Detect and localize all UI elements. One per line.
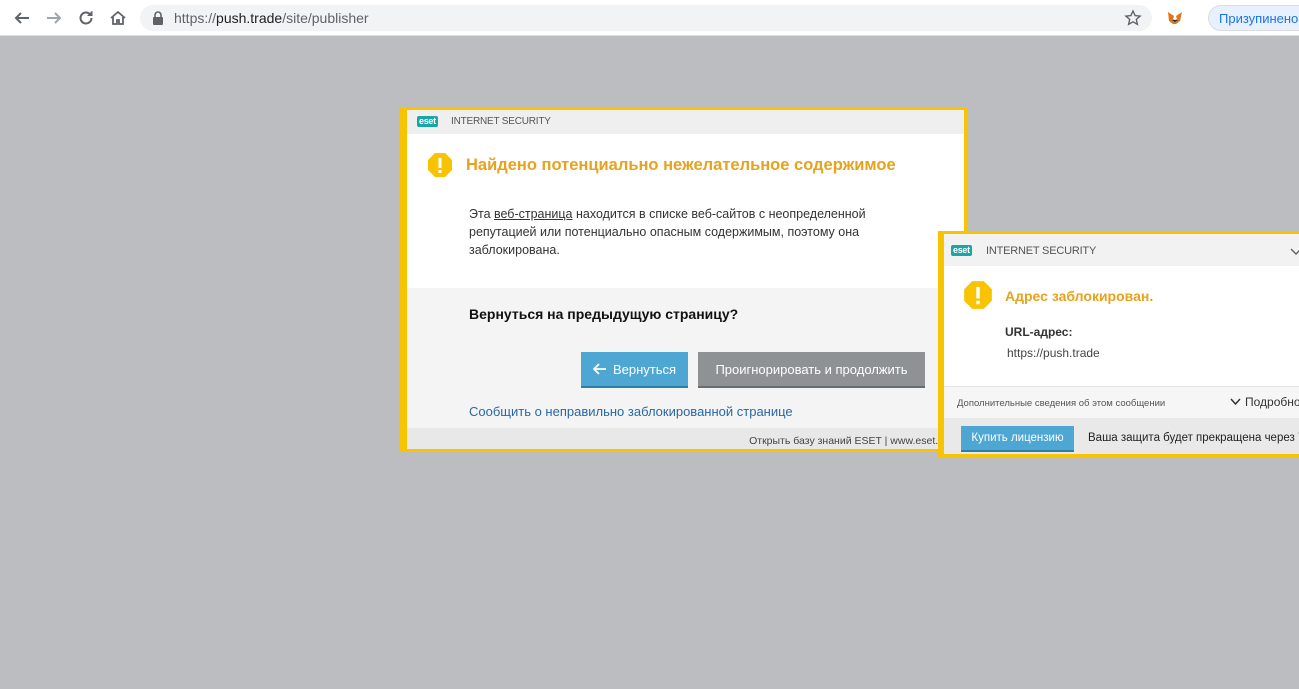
reload-icon[interactable] — [74, 6, 98, 30]
ignore-continue-button[interactable]: Проигнорировать и продолжить — [698, 352, 925, 386]
warning-icon — [964, 281, 992, 309]
web-page-link[interactable]: веб-страница — [494, 207, 573, 221]
url-label: URL-адрес: — [1005, 325, 1073, 339]
eset-notification: eset INTERNET SECURITY Адрес заблокирова… — [938, 231, 1299, 457]
eset-logo: eset — [417, 116, 438, 127]
dialog-footer: Открыть базу знаний ESET | www.eset.com — [407, 428, 964, 449]
profile-paused-button[interactable]: Приз­упинено — [1208, 5, 1299, 31]
forward-icon[interactable] — [42, 6, 66, 30]
go-back-question: Вернуться на предыдущую страницу? — [469, 306, 739, 322]
eset-logo: eset — [951, 245, 972, 256]
notification-footer: Купить лицензию Ваша защита будет прекра… — [944, 418, 1299, 454]
details-link[interactable]: Дополнительные сведения об этом сообщени… — [957, 398, 1165, 409]
product-name: INTERNET SECURITY — [986, 245, 1097, 257]
browser-toolbar: https://push.trade/site/publisher Приз­у… — [0, 0, 1299, 36]
bookmark-star-icon[interactable] — [1124, 9, 1142, 27]
home-icon[interactable] — [106, 6, 130, 30]
details-bar: Дополнительные сведения об этом сообщени… — [944, 386, 1299, 418]
address-bar[interactable]: https://push.trade/site/publisher — [140, 5, 1152, 31]
back-icon[interactable] — [10, 6, 34, 30]
eset-block-dialog: eset INTERNET SECURITY Найдено потенциал… — [400, 107, 967, 452]
report-wrong-block-link[interactable]: Сообщить о неправильно заблокированной с… — [469, 404, 793, 419]
url-text: https://push.trade/site/publisher — [174, 10, 369, 26]
details-toggle[interactable]: Подробно — [1230, 395, 1299, 409]
dialog-title: Найдено потенциально нежелательное содер… — [466, 156, 896, 174]
warning-icon — [428, 153, 452, 177]
blocked-url: https://push.trade — [1007, 346, 1100, 360]
metamask-extension-icon[interactable] — [1166, 9, 1184, 27]
lock-icon[interactable] — [152, 11, 164, 25]
arrow-left-icon — [592, 363, 606, 375]
product-name: INTERNET SECURITY — [451, 116, 551, 127]
notification-header: eset INTERNET SECURITY — [944, 234, 1299, 266]
buy-license-button[interactable]: Купить лицензию — [961, 426, 1074, 450]
go-back-button[interactable]: Вернуться — [581, 352, 688, 386]
notification-title: Адрес заблокирован. — [1005, 288, 1154, 304]
dialog-message: Эта веб-страница находится в списке веб-… — [469, 207, 866, 257]
footer-links[interactable]: Открыть базу знаний ESET | www.eset.com — [749, 435, 958, 447]
chevron-down-icon — [1230, 398, 1241, 406]
dialog-header: eset INTERNET SECURITY — [407, 110, 964, 134]
chevron-down-icon[interactable] — [1289, 244, 1299, 258]
license-expiry-text: Ваша защита будет прекращена через 7 — [1088, 432, 1299, 444]
